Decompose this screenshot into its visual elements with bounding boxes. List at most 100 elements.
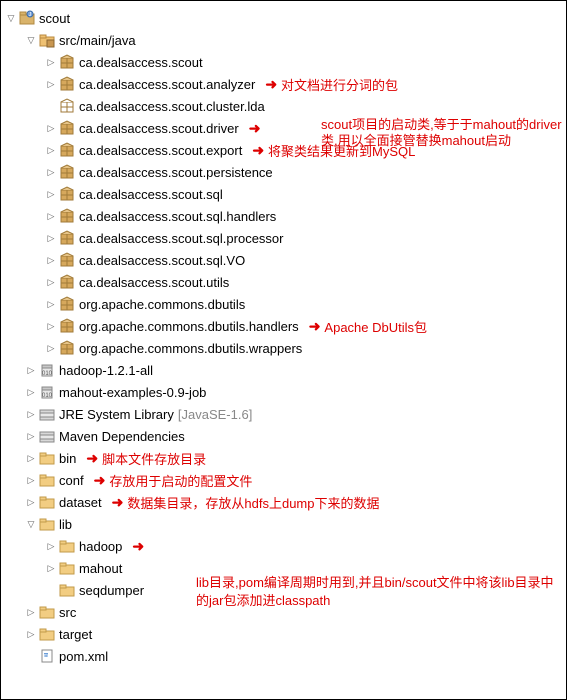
tree-item-label: bin xyxy=(59,451,76,466)
tree-item-project[interactable]: ▽ J scout xyxy=(1,7,566,29)
tree-item-label: org.apache.commons.dbutils.handlers xyxy=(79,319,299,334)
toggle-closed-icon[interactable]: ▷ xyxy=(45,144,57,156)
arrow-icon: ➜ xyxy=(132,538,144,555)
tree-item[interactable]: ▷ ca.dealsaccess.scout xyxy=(1,51,566,73)
tree-item[interactable]: ▷ca.dealsaccess.scout.persistence xyxy=(1,161,566,183)
arrow-icon: ➜ xyxy=(265,76,277,93)
tree-item[interactable]: ▷org.apache.commons.dbutils.handlers➜Apa… xyxy=(1,315,566,337)
toggle-closed-icon[interactable]: ▷ xyxy=(25,474,37,486)
package-explorer-tree: ▽ J scout ▽ src/main/java ▷ca.dealsacces… xyxy=(1,1,566,673)
tree-item[interactable]: ▷conf➜存放用于启动的配置文件 xyxy=(1,469,566,491)
svg-text:010: 010 xyxy=(42,393,53,399)
package-empty-icon xyxy=(59,98,75,114)
toggle-closed-icon[interactable]: ▷ xyxy=(25,496,37,508)
toggle-closed-icon[interactable]: ▷ xyxy=(45,298,57,310)
tree-item[interactable]: ▷ca.dealsaccess.scout.analyzer➜对文档进行分词的包 xyxy=(1,73,566,95)
tree-item-source-folder[interactable]: ▽ src/main/java xyxy=(1,29,566,51)
toggle-closed-icon[interactable]: ▷ xyxy=(25,364,37,376)
toggle-closed-icon[interactable]: ▷ xyxy=(45,188,57,200)
tree-item-label: hadoop xyxy=(79,539,122,554)
arrow-icon: ➜ xyxy=(249,120,261,137)
tree-item[interactable]: ▷src xyxy=(1,601,566,623)
annotation-text: 存放用于启动的配置文件 xyxy=(109,471,252,490)
package-icon xyxy=(59,186,75,202)
tree-item[interactable]: ▷bin➜脚本文件存放目录 xyxy=(1,447,566,469)
tree-item-label: conf xyxy=(59,473,84,488)
arrow-icon: ➜ xyxy=(309,318,321,335)
toggle-closed-icon[interactable]: ▷ xyxy=(45,342,57,354)
toggle-closed-icon[interactable]: ▷ xyxy=(45,254,57,266)
tree-item[interactable]: ▷ Maven Dependencies xyxy=(1,425,566,447)
toggle-closed-icon[interactable]: ▷ xyxy=(45,276,57,288)
tree-item-label: ca.dealsaccess.scout.sql.processor xyxy=(79,231,283,246)
toggle-closed-icon[interactable]: ▷ xyxy=(25,606,37,618)
tree-item-label: target xyxy=(59,627,92,642)
tree-item-label: lib xyxy=(59,517,72,532)
svg-text:010: 010 xyxy=(42,371,53,377)
package-icon xyxy=(59,142,75,158)
package-icon xyxy=(59,54,75,70)
package-icon xyxy=(59,230,75,246)
tree-item[interactable]: ▽ lib xyxy=(1,513,566,535)
folder-icon xyxy=(39,604,55,620)
folder-icon xyxy=(39,450,55,466)
jre-icon xyxy=(39,406,55,422)
tree-item-label: ca.dealsaccess.scout xyxy=(79,55,203,70)
arrow-icon: ➜ xyxy=(86,450,98,467)
tree-item[interactable]: ▷ca.dealsaccess.scout.sql.handlers xyxy=(1,205,566,227)
toggle-closed-icon[interactable]: ▷ xyxy=(25,628,37,640)
tree-item-label: ca.dealsaccess.scout.cluster.lda xyxy=(79,99,265,114)
folder-icon xyxy=(39,472,55,488)
toggle-closed-icon[interactable]: ▷ xyxy=(45,122,57,134)
tree-item[interactable]: ▷010hadoop-1.2.1-all xyxy=(1,359,566,381)
package-icon xyxy=(59,340,75,356)
tree-item-label: ca.dealsaccess.scout.export xyxy=(79,143,242,158)
tree-item[interactable]: ▷ ca.dealsaccess.scout.utils xyxy=(1,271,566,293)
tree-item-label: Maven Dependencies xyxy=(59,429,185,444)
tree-item[interactable]: ▷ca.dealsaccess.scout.sql xyxy=(1,183,566,205)
source-folder-icon xyxy=(39,32,55,48)
tree-item[interactable]: ▷dataset➜数据集目录，存放从hdfs上dump下来的数据 xyxy=(1,491,566,513)
toggle-closed-icon[interactable]: ▷ xyxy=(45,320,57,332)
tree-item-label: mahout-examples-0.9-job xyxy=(59,385,206,400)
tree-item[interactable]: ▷ hadoop ➜ xyxy=(1,535,566,557)
tree-item[interactable]: ca.dealsaccess.scout.cluster.lda xyxy=(1,95,566,117)
folder-icon xyxy=(39,494,55,510)
toggle-closed-icon[interactable]: ▷ xyxy=(45,540,57,552)
annotation-driver: scout项目的启动类,等于于mahout的driver类,用以全面接管替换ma… xyxy=(321,117,567,149)
toggle-closed-icon[interactable]: ▷ xyxy=(25,452,37,464)
folder-icon xyxy=(39,516,55,532)
toggle-closed-icon[interactable]: ▷ xyxy=(45,562,57,574)
toggle-closed-icon[interactable]: ▷ xyxy=(45,210,57,222)
tree-item[interactable]: ▷org.apache.commons.dbutils.wrappers xyxy=(1,337,566,359)
tree-item[interactable]: ▷ 010 mahout-examples-0.9-job xyxy=(1,381,566,403)
tree-item[interactable]: m pom.xml xyxy=(1,645,566,667)
tree-item-suffix: [JavaSE-1.6] xyxy=(178,407,252,422)
toggle-closed-icon[interactable]: ▷ xyxy=(45,166,57,178)
package-icon xyxy=(59,120,75,136)
tree-item-label: pom.xml xyxy=(59,649,108,664)
tree-item-label: dataset xyxy=(59,495,102,510)
toggle-closed-icon[interactable]: ▷ xyxy=(45,56,57,68)
toggle-closed-icon[interactable]: ▷ xyxy=(25,386,37,398)
tree-item-label: JRE System Library xyxy=(59,407,174,422)
jar-icon: 010 xyxy=(39,362,55,378)
project-label: scout xyxy=(39,11,70,26)
tree-item[interactable]: ▷org.apache.commons.dbutils xyxy=(1,293,566,315)
toggle-closed-icon[interactable]: ▷ xyxy=(25,430,37,442)
tree-item[interactable]: ▷ JRE System Library [JavaSE-1.6] xyxy=(1,403,566,425)
package-icon xyxy=(59,296,75,312)
toggle-closed-icon[interactable]: ▷ xyxy=(25,408,37,420)
toggle-closed-icon[interactable]: ▷ xyxy=(45,78,57,90)
arrow-icon: ➜ xyxy=(252,142,264,159)
tree-item[interactable]: ▷ target xyxy=(1,623,566,645)
toggle-open-icon[interactable]: ▽ xyxy=(5,12,17,24)
toggle-closed-icon[interactable]: ▷ xyxy=(45,232,57,244)
toggle-open-icon[interactable]: ▽ xyxy=(25,518,37,530)
tree-item-label: ca.dealsaccess.scout.utils xyxy=(79,275,229,290)
folder-icon xyxy=(39,626,55,642)
file-icon: m xyxy=(39,648,55,664)
tree-item[interactable]: ▷ ca.dealsaccess.scout.sql.processor xyxy=(1,227,566,249)
tree-item[interactable]: ▷ca.dealsaccess.scout.sql.VO xyxy=(1,249,566,271)
toggle-open-icon[interactable]: ▽ xyxy=(25,34,37,46)
